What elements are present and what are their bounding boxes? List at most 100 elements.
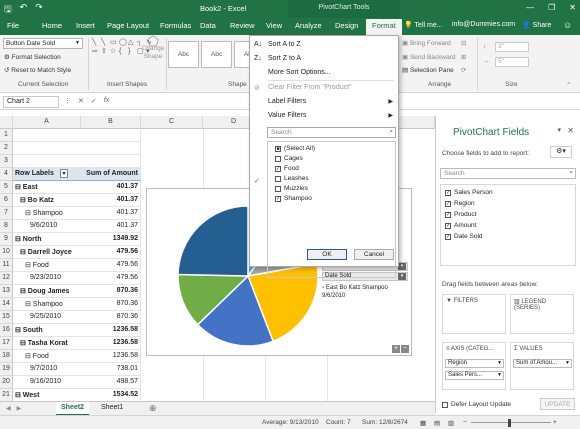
amount-cell[interactable]: 1349.92	[81, 233, 141, 246]
column-header[interactable]: B	[81, 116, 141, 129]
amount-cell[interactable]	[81, 142, 141, 155]
filter-item-leashes[interactable]: Leashes	[275, 175, 309, 182]
row-header[interactable]: 4	[0, 168, 13, 181]
axis-item-region[interactable]: Region ▼	[445, 359, 504, 368]
row-label-cell[interactable]: ⊟ Food	[13, 350, 81, 363]
sheet-tab-sheet1[interactable]: Sheet1	[96, 402, 128, 416]
row-header[interactable]: 1	[0, 129, 13, 142]
cancel-icon[interactable]: ✕	[78, 97, 84, 105]
filter-item-cages[interactable]: Cages	[275, 155, 303, 162]
values-area[interactable]: Σ VALUES Sum of Amou... ▼	[510, 342, 574, 390]
row-header[interactable]: 14	[0, 298, 13, 311]
checkbox[interactable]: ✓	[445, 200, 451, 207]
row-label-cell[interactable]: ⊟ South	[13, 324, 81, 337]
axis-item-sales-person[interactable]: Sales Pers... ▼	[445, 371, 504, 380]
close-icon[interactable]: ✕	[567, 126, 574, 135]
row-label-cell[interactable]: 9/23/2010	[13, 272, 81, 285]
legend-entry[interactable]: ▪ East Bo Katz Shampoo 9/6/2010	[322, 284, 408, 300]
zoom-slider-handle[interactable]	[508, 419, 511, 427]
tab-home[interactable]: Home	[42, 21, 62, 30]
row-header[interactable]: 17	[0, 337, 13, 350]
minimize-button[interactable]: —	[526, 3, 534, 12]
expand-field-button[interactable]: +	[392, 345, 400, 353]
row-header[interactable]: 7	[0, 207, 13, 220]
row-label-cell[interactable]: ⊟ East	[13, 181, 81, 194]
shape-width-input[interactable]: 5"	[495, 57, 529, 67]
amount-cell[interactable]	[81, 155, 141, 168]
redo-icon[interactable]: ↷	[35, 2, 43, 18]
amount-cell[interactable]: 498.57	[81, 376, 141, 389]
amount-cell[interactable]: 870.36	[81, 298, 141, 311]
feedback-smiley-icon[interactable]: ☺	[563, 20, 572, 30]
amount-cell[interactable]: 1236.58	[81, 324, 141, 337]
group-icon[interactable]: ⊞	[461, 53, 466, 61]
row-label-cell[interactable]	[13, 129, 81, 142]
collapse-field-button[interactable]: −	[401, 345, 409, 353]
amount-cell[interactable]: 870.36	[81, 311, 141, 324]
column-header[interactable]: C	[141, 116, 203, 129]
tab-insert[interactable]: Insert	[76, 21, 95, 30]
sort-a-to-z-item[interactable]: Sort A to Z	[268, 41, 301, 48]
tab-design[interactable]: Design	[335, 21, 358, 30]
axis-categories-area[interactable]: ≡ AXIS (CATEG... Region ▼ Sales Pers... ▼	[442, 342, 506, 390]
tab-review[interactable]: Review	[230, 21, 255, 30]
amount-cell[interactable]: 870.36	[81, 285, 141, 298]
tab-file[interactable]: File	[7, 21, 19, 30]
row-label-cell[interactable]: 9/6/2010	[13, 220, 81, 233]
amount-cell[interactable]: 401.37	[81, 181, 141, 194]
row-header[interactable]: 13	[0, 285, 13, 298]
checkbox[interactable]	[442, 401, 448, 408]
amount-cell[interactable]: 401.37	[81, 207, 141, 220]
zoom-in-icon[interactable]: +	[553, 419, 557, 426]
field-region[interactable]: ✓ Region	[445, 200, 475, 207]
amount-cell[interactable]: 1236.58	[81, 350, 141, 363]
more-sort-options-item[interactable]: More Sort Options...	[268, 69, 331, 76]
checkbox[interactable]	[275, 185, 281, 192]
close-button[interactable]: ✕	[569, 3, 576, 12]
restore-button[interactable]: ❐	[548, 3, 555, 12]
row-label-cell[interactable]: 9/7/2010	[13, 363, 81, 376]
row-header[interactable]: 3	[0, 155, 13, 168]
shape-style-1[interactable]: Abc	[168, 41, 199, 68]
field-sales-person[interactable]: ✓ Sales Person	[445, 189, 493, 196]
cancel-button[interactable]: Cancel	[354, 249, 394, 260]
amount-cell[interactable]: 1236.58	[81, 337, 141, 350]
row-header[interactable]: 19	[0, 363, 13, 376]
checkbox[interactable]: ✓	[445, 233, 451, 240]
select-all-corner[interactable]	[0, 116, 13, 129]
row-header[interactable]: 10	[0, 246, 13, 259]
field-amount[interactable]: ✓ Amount	[445, 222, 476, 229]
align-icon[interactable]: ⊟	[461, 39, 466, 47]
filters-area[interactable]: ▼ FILTERS	[442, 294, 506, 334]
sheet-prev-icon[interactable]: ◀	[6, 405, 11, 412]
amount-cell[interactable]: 401.37	[81, 194, 141, 207]
checkbox[interactable]: ■	[275, 145, 281, 152]
enter-icon[interactable]: ✓	[91, 97, 97, 105]
reset-to-match-style-button[interactable]: ↺ Reset to Match Style	[4, 66, 71, 74]
row-label-cell[interactable]: ⊟ Shampoo	[13, 298, 81, 311]
add-sheet-icon[interactable]: ⊕	[144, 401, 162, 415]
row-label-cell[interactable]: 9/16/2010	[13, 376, 81, 389]
shape-style-2[interactable]: Abc	[201, 41, 232, 68]
row-label-cell[interactable]: ⊟ Tasha Korat	[13, 337, 81, 350]
pie-slice[interactable]	[177, 205, 249, 277]
row-label-cell[interactable]	[13, 142, 81, 155]
bring-forward-button[interactable]: ▣ Bring Forward	[402, 39, 451, 47]
sheet-next-icon[interactable]: ▶	[17, 405, 22, 412]
row-header[interactable]: 12	[0, 272, 13, 285]
field-product[interactable]: ✓ Product	[445, 211, 476, 218]
row-header[interactable]: 20	[0, 376, 13, 389]
tab-analyze[interactable]: Analyze	[295, 21, 322, 30]
checkbox[interactable]	[275, 175, 281, 182]
send-backward-button[interactable]: ▣ Send Backward	[402, 53, 455, 61]
values-item-sum-of-amount[interactable]: Sum of Amou... ▼	[513, 359, 572, 368]
collapse-ribbon-icon[interactable]: ⌃	[566, 81, 571, 89]
legend-series-area[interactable]: ▥ LEGEND (SERIES)	[510, 294, 574, 334]
row-label-cell[interactable]: ⊟ Shampoo	[13, 207, 81, 220]
filter-item-muzzles[interactable]: Muzzles	[275, 185, 308, 192]
row-header[interactable]: 8	[0, 220, 13, 233]
zoom-out-icon[interactable]: −	[463, 419, 467, 426]
sheet-tab-sheet2[interactable]: Sheet2	[56, 402, 89, 416]
sort-z-to-a-item[interactable]: Sort Z to A	[268, 55, 301, 62]
filter-search-input[interactable]: Search ⌕	[267, 127, 396, 138]
